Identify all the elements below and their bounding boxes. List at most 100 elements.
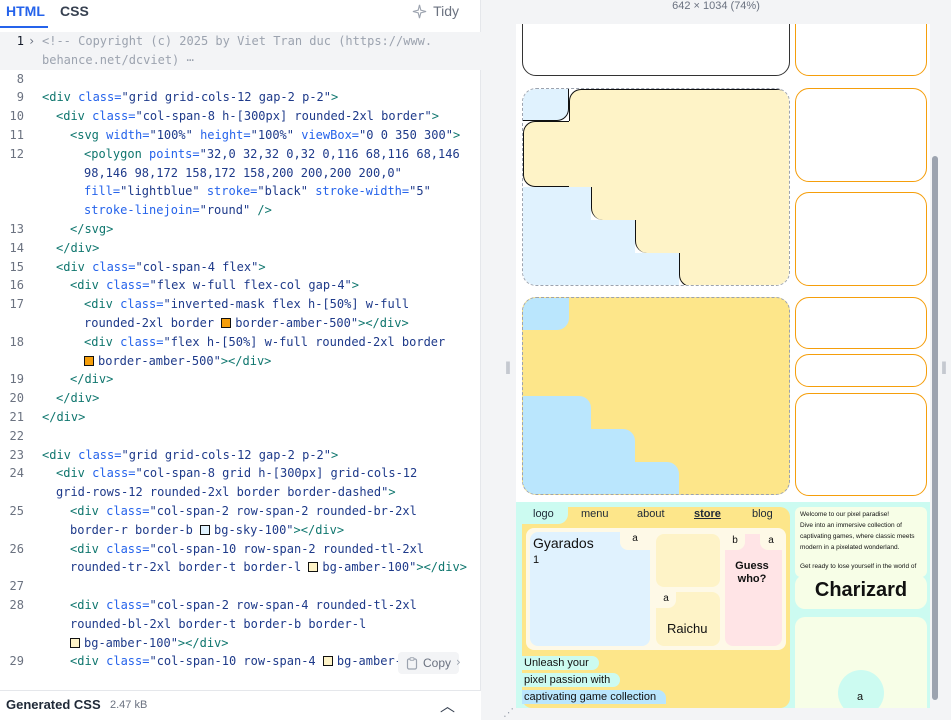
code-line[interactable]: 8	[0, 70, 481, 89]
code-line[interactable]: fill="lightblue" stroke="black" stroke-w…	[0, 182, 481, 201]
code-line[interactable]: 24 <div class="col-span-8 grid h-[300px] …	[0, 464, 481, 483]
welcome-line: Welcome to our pixel paradise!	[800, 511, 890, 518]
nav-about[interactable]: about	[637, 508, 665, 520]
line-number: 26	[9, 541, 24, 556]
tagline-line: captivating game collection	[522, 690, 667, 704]
ready-line: Get ready to lose yourself in the world …	[800, 563, 917, 570]
resize-handle-right[interactable]: ‖	[941, 360, 947, 374]
resize-handle-left[interactable]: ‖	[505, 360, 511, 374]
code-text: <div class="col-span-4 flex">	[56, 259, 266, 274]
line-number: 10	[9, 109, 24, 124]
line-number: 18	[9, 334, 24, 349]
resize-grip-icon[interactable]: ⋰	[503, 706, 514, 719]
code-line[interactable]: 15 <div class="col-span-4 flex">	[0, 258, 481, 277]
code-line[interactable]: bg-amber-100"></div>	[0, 634, 481, 653]
bottom-badge: a	[857, 691, 864, 703]
line-number: 16	[9, 278, 24, 293]
code-line[interactable]: 98,146 98,172 158,172 158,200 200,200 20…	[0, 164, 481, 183]
code-text: </div>	[56, 240, 100, 255]
line-number: 1	[16, 34, 24, 48]
code-line[interactable]: 17 <div class="inverted-mask flex h-[50%]…	[0, 295, 481, 314]
line-number: 9	[16, 90, 24, 105]
code-line[interactable]: 19 </div>	[0, 370, 481, 389]
code-line[interactable]: stroke-linejoin="round" />	[0, 201, 481, 220]
code-line[interactable]: 12 <polygon points="32,0 32,32 0,32 0,116…	[0, 145, 481, 164]
color-swatch-icon[interactable]	[322, 656, 333, 667]
code-area[interactable]: 1 › <!-- Copyright (c) 2025 by Viet Tran d…	[0, 32, 481, 680]
code-line[interactable]: 10 <div class="col-span-8 h-[300px] round…	[0, 107, 481, 126]
line-number: 12	[9, 146, 24, 161]
code-line[interactable]: 20 </div>	[0, 389, 481, 408]
amber-card	[795, 393, 927, 496]
svg-frame-top	[522, 24, 790, 76]
badge-a: a	[656, 592, 676, 608]
preview-viewport[interactable]: logo menu about store blog Gyarados 1 a …	[516, 24, 930, 708]
code-line[interactable]: 25 <div class="col-span-2 row-span-2 roun…	[0, 502, 481, 521]
color-swatch-icon[interactable]	[70, 637, 80, 648]
code-line[interactable]: rounded-2xl border border-amber-500"></d…	[0, 314, 481, 333]
code-line[interactable]: 11 <svg width="100%" height="100%" viewBo…	[0, 126, 481, 145]
code-text: border-amber-500"></div>	[84, 352, 271, 371]
code-text: <div class="col-span-10 row-span-4 bg-am…	[70, 654, 410, 669]
code-text: rounded-bl-2xl border-t border-b border-…	[70, 616, 367, 631]
fold-chevron-icon[interactable]: ›	[28, 32, 35, 51]
code-line[interactable]: 16 <div class="flex w-full flex-col gap-4…	[0, 276, 481, 295]
code-line[interactable]: grid-rows-12 rounded-2xl border border-d…	[0, 483, 481, 502]
color-swatch-icon[interactable]	[84, 355, 94, 366]
code-line[interactable]: 22	[0, 427, 481, 446]
code-line[interactable]: rounded-bl-2xl border-t border-b border-…	[0, 615, 481, 634]
color-swatch-icon[interactable]	[308, 562, 319, 573]
code-line[interactable]: 9 <div class="grid grid-cols-12 gap-2 p-2…	[0, 88, 481, 107]
welcome-line: modern in a pixelated wonderland.	[800, 544, 900, 551]
nav-blog[interactable]: blog	[752, 508, 773, 520]
stepped-grid-strong	[522, 297, 790, 495]
code-text: <svg width="100%" height="100%" viewBox=…	[70, 128, 461, 142]
code-text: <div class="col-span-2 row-span-2 rounde…	[70, 504, 417, 518]
preview-scroll-thumb[interactable]	[932, 156, 938, 700]
color-swatch-icon[interactable]	[200, 524, 211, 535]
chevron-right-icon[interactable]: ›	[456, 655, 461, 669]
chevron-up-icon[interactable]: ︿	[440, 695, 455, 716]
line-number: 15	[9, 259, 24, 274]
tagline-line: Unleash your	[522, 656, 599, 670]
sky-cell	[523, 89, 569, 121]
amber-cell	[591, 187, 789, 220]
code-line[interactable]: 13 </svg>	[0, 220, 481, 239]
tab-html[interactable]: HTML	[6, 3, 45, 19]
sky-cell	[523, 298, 569, 330]
welcome-line: captivating games, where classic meets	[800, 533, 915, 540]
code-line[interactable]: border-amber-500"></div>	[0, 352, 481, 371]
gyarados-number: 1	[533, 554, 540, 566]
code-line[interactable]: 1 › <!-- Copyright (c) 2025 by Viet Tran d…	[0, 32, 481, 51]
code-line[interactable]: 14 </div>	[0, 239, 481, 258]
code-line[interactable]: 21 </div>	[0, 408, 481, 427]
nav-store[interactable]: store	[694, 508, 721, 520]
line-number: 28	[9, 598, 24, 612]
amber-card	[795, 88, 927, 182]
code-line[interactable]: 18 <div class="flex h-[50%] w-full rounde…	[0, 333, 481, 352]
badge-b: b	[725, 534, 745, 550]
code-line[interactable]: rounded-tr-2xl border-t border-l bg-ambe…	[0, 558, 481, 577]
code-line[interactable]: 27	[0, 577, 481, 596]
code-line[interactable]: 23 <div class="grid grid-cols-12 gap-2 p-…	[0, 446, 481, 465]
stepped-grid-light	[522, 88, 790, 286]
code-line[interactable]: border-r border-b bg-sky-100"></div>	[0, 521, 481, 540]
line-number: 14	[9, 240, 24, 255]
tidy-button[interactable]: Tidy	[412, 3, 459, 19]
code-editor-panel: HTML CSS Tidy 1 › <!-- Copyright (c) 2025 …	[0, 0, 481, 720]
nav-logo[interactable]: logo	[522, 507, 568, 524]
code-text: grid-rows-12 rounded-2xl border border-d…	[56, 485, 396, 500]
code-line[interactable]: 26 <div class="col-span-10 row-span-2 rou…	[0, 540, 481, 559]
code-line[interactable]: behance.net/dcviet) ⋯	[0, 50, 481, 70]
code-line[interactable]: 28 <div class="col-span-2 row-span-4 roun…	[0, 596, 481, 615]
code-text: bg-amber-100"></div>	[70, 634, 229, 653]
generated-css-bar[interactable]: Generated CSS 2.47 kB ︿	[0, 690, 481, 720]
nav-menu[interactable]: menu	[581, 508, 609, 520]
amber-cell	[635, 220, 789, 253]
preview-panel: 642 × 1034 (74%) ‖ ‖ logo menu about sto…	[481, 0, 951, 720]
tab-css[interactable]: CSS	[60, 3, 89, 19]
color-swatch-icon[interactable]	[221, 318, 232, 328]
copy-button[interactable]: Copy	[398, 652, 460, 674]
code-text: <div class="col-span-8 h-[300px] rounded…	[56, 109, 439, 124]
code-text: border-r border-b bg-sky-100"></div>	[70, 522, 345, 537]
